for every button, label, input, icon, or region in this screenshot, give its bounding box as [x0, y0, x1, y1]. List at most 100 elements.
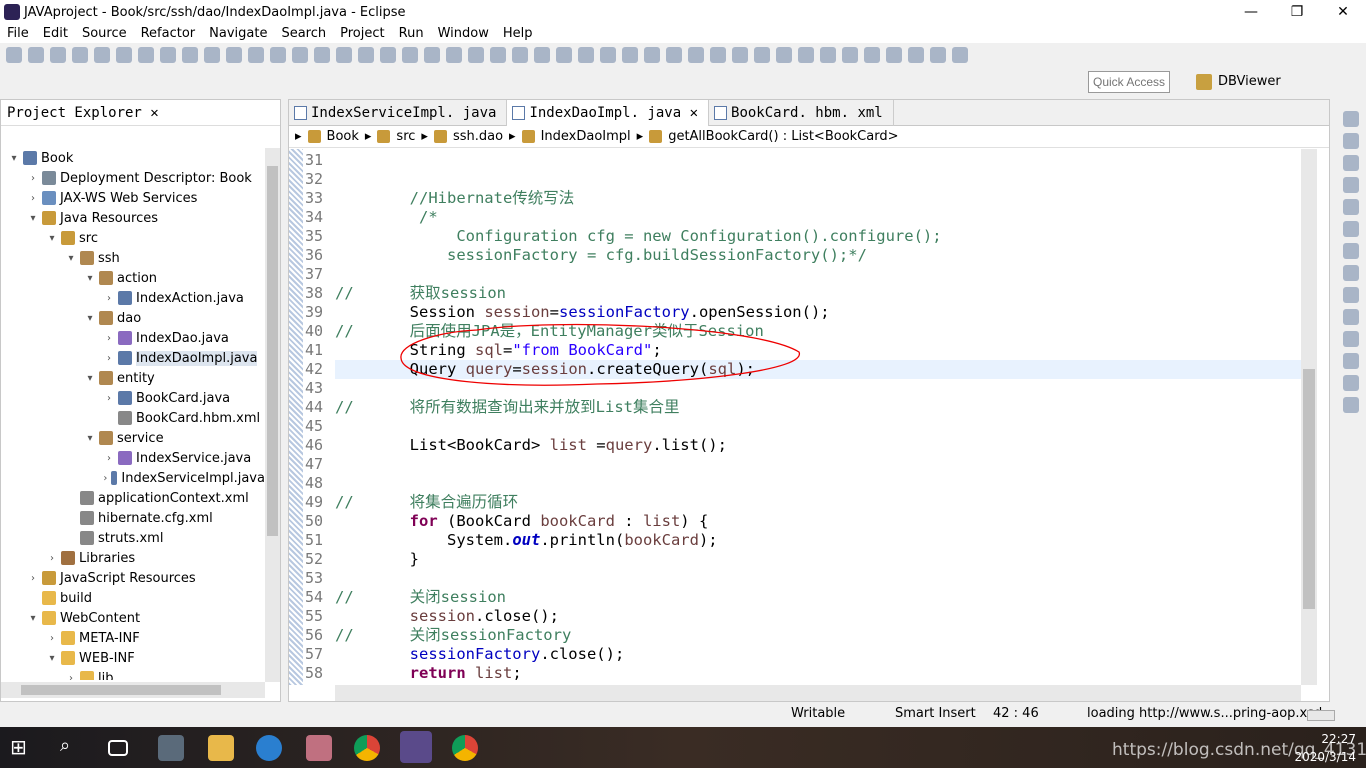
chrome-icon-2[interactable]: [452, 735, 478, 761]
clock[interactable]: 22:27 2020/3/14: [1294, 730, 1356, 766]
tree-item[interactable]: › lib: [1, 668, 265, 680]
code-line[interactable]: [335, 569, 1301, 588]
expand-toggle-icon[interactable]: ▾: [45, 653, 59, 664]
menu-help[interactable]: Help: [496, 24, 540, 43]
expand-toggle-icon[interactable]: ▾: [7, 153, 21, 164]
menu-source[interactable]: Source: [75, 24, 134, 43]
toolbar-button-icon[interactable]: [72, 47, 88, 63]
menu-window[interactable]: Window: [431, 24, 496, 43]
code-line[interactable]: sessionFactory.close();: [335, 645, 1301, 664]
toolbar-button-icon[interactable]: [820, 47, 836, 63]
toolbar-button-icon[interactable]: [886, 47, 902, 63]
code-line[interactable]: Configuration cfg = new Configuration().…: [335, 227, 1301, 246]
editor-vertical-scrollbar[interactable]: [1301, 149, 1317, 685]
toolbar-button-icon[interactable]: [182, 47, 198, 63]
tree-item[interactable]: ▾ WEB-INF: [1, 648, 265, 668]
toolbar-button-icon[interactable]: [600, 47, 616, 63]
toolbar-button-icon[interactable]: [732, 47, 748, 63]
trim-button-icon[interactable]: [1343, 331, 1359, 347]
tree-item[interactable]: applicationContext.xml: [1, 488, 265, 508]
tree-item[interactable]: ▾ action: [1, 268, 265, 288]
toolbar-button-icon[interactable]: [710, 47, 726, 63]
quick-access-input[interactable]: [1088, 71, 1170, 93]
toolbar-button-icon[interactable]: [776, 47, 792, 63]
code-line[interactable]: // 获取session: [335, 284, 1301, 303]
tree-item[interactable]: struts.xml: [1, 528, 265, 548]
task-view-icon[interactable]: [108, 740, 128, 756]
expand-toggle-icon[interactable]: ›: [102, 353, 116, 364]
tree-item[interactable]: build: [1, 588, 265, 608]
code-line[interactable]: [335, 455, 1301, 474]
toolbar-button-icon[interactable]: [28, 47, 44, 63]
menu-run[interactable]: Run: [392, 24, 431, 43]
tree-item[interactable]: › JAX-WS Web Services: [1, 188, 265, 208]
trim-button-icon[interactable]: [1343, 353, 1359, 369]
breadcrumb-item[interactable]: IndexDaoImpl: [541, 129, 631, 144]
tree-item[interactable]: › IndexAction.java: [1, 288, 265, 308]
editor-tab[interactable]: IndexServiceImpl. java: [289, 100, 508, 126]
tree-item[interactable]: › META-INF: [1, 628, 265, 648]
app-icon[interactable]: [306, 735, 332, 761]
start-button[interactable]: ⊞: [10, 735, 36, 761]
expand-toggle-icon[interactable]: ›: [64, 673, 78, 681]
breadcrumb-item[interactable]: src: [396, 129, 415, 144]
trim-button-icon[interactable]: [1343, 155, 1359, 171]
minimize-button[interactable]: —: [1228, 0, 1274, 24]
trim-button-icon[interactable]: [1343, 243, 1359, 259]
tree-item[interactable]: › Libraries: [1, 548, 265, 568]
expand-toggle-icon[interactable]: ▾: [64, 253, 78, 264]
toolbar-button-icon[interactable]: [204, 47, 220, 63]
trim-button-icon[interactable]: [1343, 177, 1359, 193]
expand-toggle-icon[interactable]: ›: [45, 633, 59, 644]
tree-vertical-scrollbar[interactable]: [265, 148, 280, 682]
editor-tab[interactable]: BookCard. hbm. xml: [709, 100, 894, 126]
expand-toggle-icon[interactable]: ▾: [26, 613, 40, 624]
tree-item[interactable]: › IndexDaoImpl.java: [1, 348, 265, 368]
tree-item[interactable]: ▾ WebContent: [1, 608, 265, 628]
tree-item[interactable]: › Deployment Descriptor: Book: [1, 168, 265, 188]
code-line[interactable]: // 将集合遍历循环: [335, 493, 1301, 512]
code-line[interactable]: [335, 265, 1301, 284]
toolbar-button-icon[interactable]: [402, 47, 418, 63]
toolbar-button-icon[interactable]: [512, 47, 528, 63]
expand-toggle-icon[interactable]: ›: [26, 573, 40, 584]
tree-item[interactable]: BookCard.hbm.xml: [1, 408, 265, 428]
toolbar-button-icon[interactable]: [930, 47, 946, 63]
dbviewer-perspective[interactable]: DBViewer: [1218, 74, 1281, 89]
toolbar-button-icon[interactable]: [380, 47, 396, 63]
tree-item[interactable]: ▾ Java Resources: [1, 208, 265, 228]
project-explorer-title[interactable]: Project Explorer ✕: [7, 105, 159, 121]
toolbar-button-icon[interactable]: [292, 47, 308, 63]
toolbar-button-icon[interactable]: [754, 47, 770, 63]
toolbar-button-icon[interactable]: [798, 47, 814, 63]
ie-icon[interactable]: [256, 735, 282, 761]
trim-button-icon[interactable]: [1343, 287, 1359, 303]
expand-toggle-icon[interactable]: ›: [102, 473, 109, 484]
expand-toggle-icon[interactable]: ›: [102, 453, 116, 464]
toolbar-button-icon[interactable]: [644, 47, 660, 63]
trim-button-icon[interactable]: [1343, 199, 1359, 215]
code-line[interactable]: }: [335, 550, 1301, 569]
toolbar-button-icon[interactable]: [578, 47, 594, 63]
menu-file[interactable]: File: [0, 24, 36, 43]
code-line[interactable]: //Hibernate传统写法: [335, 189, 1301, 208]
toolbar-button-icon[interactable]: [50, 47, 66, 63]
expand-toggle-icon[interactable]: ▾: [45, 233, 59, 244]
toolbar-button-icon[interactable]: [270, 47, 286, 63]
expand-toggle-icon[interactable]: ▾: [83, 433, 97, 444]
toolbar-button-icon[interactable]: [490, 47, 506, 63]
code-line[interactable]: return list;: [335, 664, 1301, 683]
tree-item[interactable]: ▾ ssh: [1, 248, 265, 268]
trim-button-icon[interactable]: [1343, 265, 1359, 281]
toolbar-button-icon[interactable]: [314, 47, 330, 63]
toolbar-button-icon[interactable]: [842, 47, 858, 63]
breadcrumb-item[interactable]: ssh.dao: [453, 129, 503, 144]
trim-button-icon[interactable]: [1343, 221, 1359, 237]
code-line[interactable]: [335, 151, 1301, 170]
trim-button-icon[interactable]: [1343, 111, 1359, 127]
toolbar-button-icon[interactable]: [6, 47, 22, 63]
tree-item[interactable]: ▾ service: [1, 428, 265, 448]
expand-toggle-icon[interactable]: ›: [102, 393, 116, 404]
trim-button-icon[interactable]: [1343, 133, 1359, 149]
toolbar-button-icon[interactable]: [94, 47, 110, 63]
